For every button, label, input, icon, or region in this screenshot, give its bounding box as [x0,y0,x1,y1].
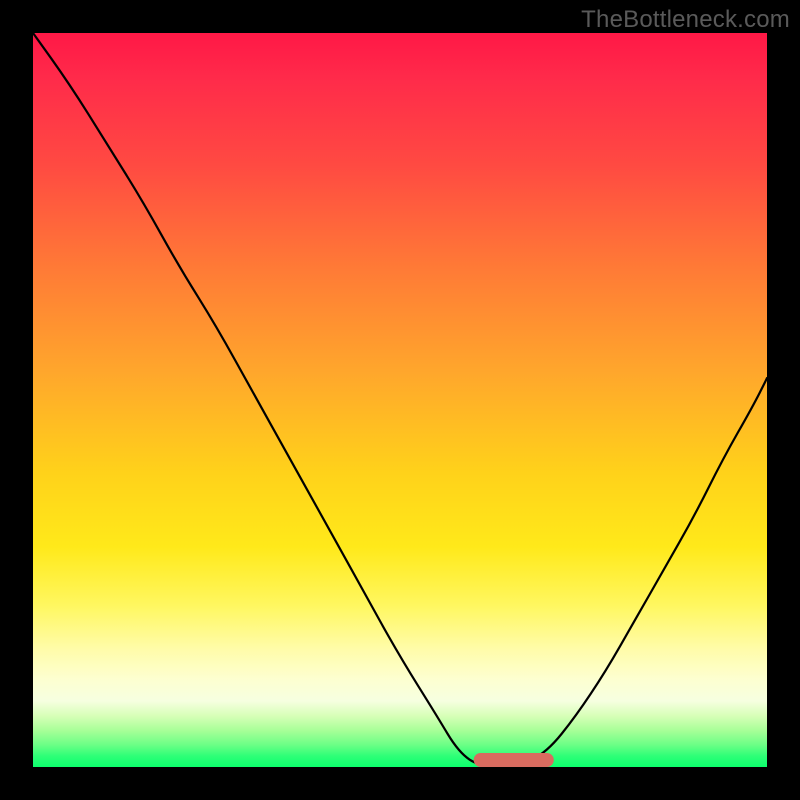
chart-frame: TheBottleneck.com [0,0,800,800]
watermark-text: TheBottleneck.com [581,6,790,34]
curve-svg [33,33,767,767]
bottleneck-curve [33,33,767,767]
plot-area [33,33,767,767]
